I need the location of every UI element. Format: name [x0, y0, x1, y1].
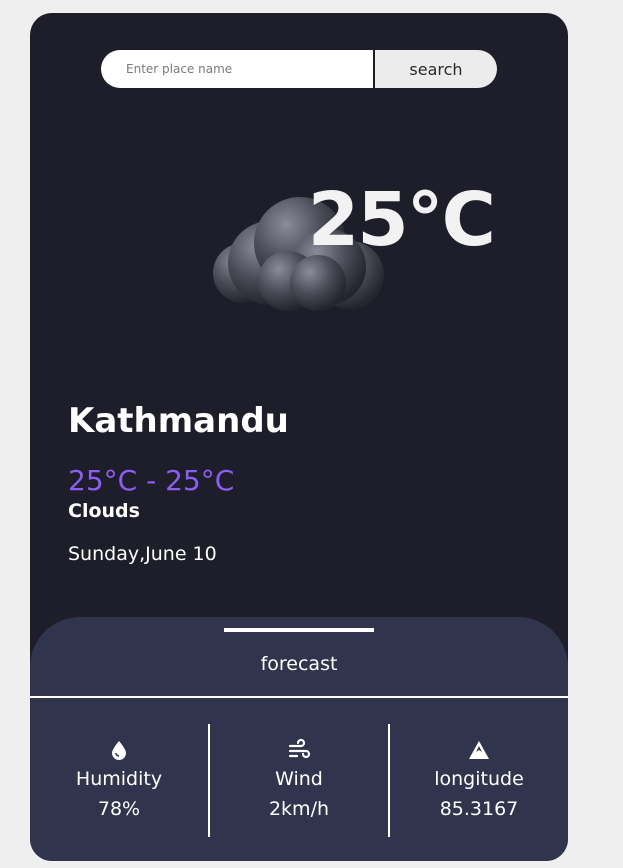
- current-temperature: 25°C: [307, 177, 496, 263]
- stat-wind: Wind 2km/h: [210, 724, 388, 837]
- stat-humidity: Humidity 78%: [30, 724, 208, 837]
- wind-icon: [288, 738, 311, 759]
- humidity-drop-icon: [112, 741, 126, 760]
- bottom-panel: forecast Humidity 78% Wind 2km/h longitu…: [30, 617, 568, 861]
- weather-card: search 25°C Kathmandu 25°C - 25°C Clouds…: [30, 13, 568, 861]
- stat-label: Wind: [275, 768, 323, 790]
- stat-label: Humidity: [75, 768, 163, 790]
- drag-handle[interactable]: [224, 628, 374, 632]
- stat-value: 85.3167: [439, 798, 519, 820]
- stat-label: longitude: [434, 768, 524, 790]
- panel-divider: [30, 696, 568, 698]
- city-name: Kathmandu: [68, 401, 289, 441]
- stats-row: Humidity 78% Wind 2km/h longitude 85.316…: [30, 724, 568, 837]
- search-bar: search: [101, 50, 497, 88]
- current-date: Sunday,June 10: [68, 543, 217, 565]
- search-input[interactable]: [101, 50, 373, 88]
- tab-forecast[interactable]: forecast: [30, 653, 568, 675]
- weather-condition: Clouds: [68, 500, 140, 522]
- search-button[interactable]: search: [375, 50, 497, 88]
- stat-longitude: longitude 85.3167: [390, 724, 568, 837]
- mountain-icon: [469, 741, 489, 759]
- temperature-range: 25°C - 25°C: [68, 464, 235, 497]
- stat-value: 78%: [97, 798, 141, 820]
- stat-value: 2km/h: [268, 798, 330, 820]
